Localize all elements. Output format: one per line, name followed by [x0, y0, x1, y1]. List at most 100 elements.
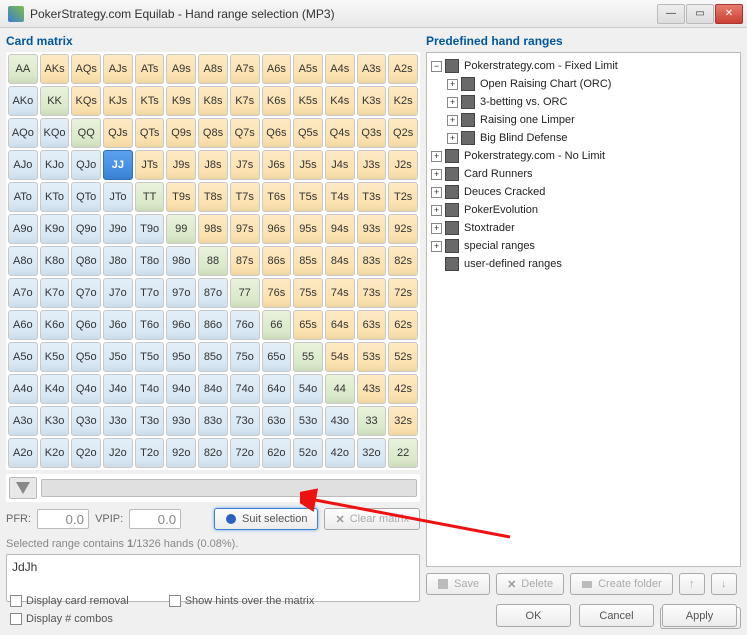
- matrix-cell-54o[interactable]: 54o: [293, 374, 323, 404]
- matrix-cell-32s[interactable]: 32s: [388, 406, 418, 436]
- matrix-cell-AQo[interactable]: AQo: [8, 118, 38, 148]
- matrix-cell-93s[interactable]: 93s: [357, 214, 387, 244]
- matrix-cell-92s[interactable]: 92s: [388, 214, 418, 244]
- vpip-input[interactable]: [129, 509, 181, 529]
- matrix-cell-98s[interactable]: 98s: [198, 214, 228, 244]
- display-card-removal-option[interactable]: Display card removal: [10, 595, 129, 607]
- matrix-cell-Q6s[interactable]: Q6s: [262, 118, 292, 148]
- matrix-cell-J3s[interactable]: J3s: [357, 150, 387, 180]
- matrix-cell-QJs[interactable]: QJs: [103, 118, 133, 148]
- matrix-cell-84o[interactable]: 84o: [198, 374, 228, 404]
- matrix-cell-QTo[interactable]: QTo: [71, 182, 101, 212]
- matrix-cell-84s[interactable]: 84s: [325, 246, 355, 276]
- matrix-cell-65s[interactable]: 65s: [293, 310, 323, 340]
- apply-button[interactable]: Apply: [662, 604, 737, 627]
- matrix-cell-K6s[interactable]: K6s: [262, 86, 292, 116]
- matrix-cell-T2s[interactable]: T2s: [388, 182, 418, 212]
- matrix-cell-K5s[interactable]: K5s: [293, 86, 323, 116]
- matrix-cell-A3s[interactable]: A3s: [357, 54, 387, 84]
- matrix-cell-K9o[interactable]: K9o: [40, 214, 70, 244]
- matrix-cell-Q7o[interactable]: Q7o: [71, 278, 101, 308]
- matrix-cell-42o[interactable]: 42o: [325, 438, 355, 468]
- matrix-cell-Q2o[interactable]: Q2o: [71, 438, 101, 468]
- matrix-cell-74s[interactable]: 74s: [325, 278, 355, 308]
- matrix-cell-63o[interactable]: 63o: [262, 406, 292, 436]
- matrix-cell-J4s[interactable]: J4s: [325, 150, 355, 180]
- matrix-cell-96s[interactable]: 96s: [262, 214, 292, 244]
- matrix-cell-A9o[interactable]: A9o: [8, 214, 38, 244]
- matrix-cell-A6o[interactable]: A6o: [8, 310, 38, 340]
- matrix-cell-T7o[interactable]: T7o: [135, 278, 165, 308]
- matrix-cell-75o[interactable]: 75o: [230, 342, 260, 372]
- tree-node[interactable]: user-defined ranges: [462, 255, 564, 273]
- matrix-cell-73o[interactable]: 73o: [230, 406, 260, 436]
- matrix-cell-T8o[interactable]: T8o: [135, 246, 165, 276]
- matrix-cell-A7o[interactable]: A7o: [8, 278, 38, 308]
- matrix-cell-62s[interactable]: 62s: [388, 310, 418, 340]
- matrix-cell-A6s[interactable]: A6s: [262, 54, 292, 84]
- matrix-cell-Q9s[interactable]: Q9s: [166, 118, 196, 148]
- matrix-cell-82o[interactable]: 82o: [198, 438, 228, 468]
- matrix-cell-T3s[interactable]: T3s: [357, 182, 387, 212]
- matrix-cell-83s[interactable]: 83s: [357, 246, 387, 276]
- suit-selection-button[interactable]: Suit selection: [214, 508, 318, 530]
- matrix-cell-T2o[interactable]: T2o: [135, 438, 165, 468]
- matrix-cell-K2o[interactable]: K2o: [40, 438, 70, 468]
- matrix-cell-JTs[interactable]: JTs: [135, 150, 165, 180]
- matrix-cell-Q4s[interactable]: Q4s: [325, 118, 355, 148]
- matrix-cell-Q6o[interactable]: Q6o: [71, 310, 101, 340]
- matrix-cell-52s[interactable]: 52s: [388, 342, 418, 372]
- matrix-cell-T9o[interactable]: T9o: [135, 214, 165, 244]
- matrix-cell-A7s[interactable]: A7s: [230, 54, 260, 84]
- matrix-cell-J5o[interactable]: J5o: [103, 342, 133, 372]
- matrix-cell-J9s[interactable]: J9s: [166, 150, 196, 180]
- move-up-button[interactable]: ↑: [679, 573, 705, 595]
- matrix-cell-A9s[interactable]: A9s: [166, 54, 196, 84]
- matrix-cell-K8s[interactable]: K8s: [198, 86, 228, 116]
- tree-expander[interactable]: +: [447, 97, 458, 108]
- matrix-cell-ATo[interactable]: ATo: [8, 182, 38, 212]
- tree-expander[interactable]: −: [431, 61, 442, 72]
- matrix-cell-T6s[interactable]: T6s: [262, 182, 292, 212]
- matrix-cell-K6o[interactable]: K6o: [40, 310, 70, 340]
- matrix-cell-Q8s[interactable]: Q8s: [198, 118, 228, 148]
- matrix-cell-J7s[interactable]: J7s: [230, 150, 260, 180]
- tree-expander[interactable]: +: [447, 115, 458, 126]
- tree-expander[interactable]: +: [431, 223, 442, 234]
- tree-node[interactable]: Raising one Limper: [478, 111, 577, 129]
- matrix-cell-43o[interactable]: 43o: [325, 406, 355, 436]
- matrix-cell-53o[interactable]: 53o: [293, 406, 323, 436]
- matrix-cell-96o[interactable]: 96o: [166, 310, 196, 340]
- matrix-cell-Q5o[interactable]: Q5o: [71, 342, 101, 372]
- matrix-cell-76s[interactable]: 76s: [262, 278, 292, 308]
- matrix-cell-42s[interactable]: 42s: [388, 374, 418, 404]
- matrix-cell-T5o[interactable]: T5o: [135, 342, 165, 372]
- matrix-cell-K7s[interactable]: K7s: [230, 86, 260, 116]
- matrix-cell-65o[interactable]: 65o: [262, 342, 292, 372]
- range-tree[interactable]: −Pokerstrategy.com - Fixed Limit+Open Ra…: [426, 52, 741, 567]
- matrix-cell-74o[interactable]: 74o: [230, 374, 260, 404]
- matrix-cell-ATs[interactable]: ATs: [135, 54, 165, 84]
- matrix-cell-T6o[interactable]: T6o: [135, 310, 165, 340]
- tree-node[interactable]: Pokerstrategy.com - No Limit: [462, 147, 607, 165]
- matrix-cell-98o[interactable]: 98o: [166, 246, 196, 276]
- ok-button[interactable]: OK: [496, 604, 571, 627]
- matrix-cell-A8o[interactable]: A8o: [8, 246, 38, 276]
- tree-node[interactable]: Big Blind Defense: [478, 129, 569, 147]
- matrix-cell-93o[interactable]: 93o: [166, 406, 196, 436]
- matrix-cell-Q4o[interactable]: Q4o: [71, 374, 101, 404]
- matrix-cell-Q8o[interactable]: Q8o: [71, 246, 101, 276]
- matrix-cell-33[interactable]: 33: [357, 406, 387, 436]
- matrix-cell-K8o[interactable]: K8o: [40, 246, 70, 276]
- card-matrix[interactable]: AAAKsAQsAJsATsA9sA8sA7sA6sA5sA4sA3sA2sAK…: [6, 52, 420, 470]
- tree-node[interactable]: Pokerstrategy.com - Fixed Limit: [462, 57, 620, 75]
- save-button[interactable]: Save: [426, 573, 490, 595]
- matrix-cell-AKo[interactable]: AKo: [8, 86, 38, 116]
- matrix-cell-J5s[interactable]: J5s: [293, 150, 323, 180]
- tree-expander[interactable]: +: [431, 151, 442, 162]
- maximize-button[interactable]: ▭: [686, 4, 714, 24]
- tree-expander[interactable]: +: [431, 205, 442, 216]
- matrix-cell-K9s[interactable]: K9s: [166, 86, 196, 116]
- matrix-cell-J8s[interactable]: J8s: [198, 150, 228, 180]
- matrix-cell-AA[interactable]: AA: [8, 54, 38, 84]
